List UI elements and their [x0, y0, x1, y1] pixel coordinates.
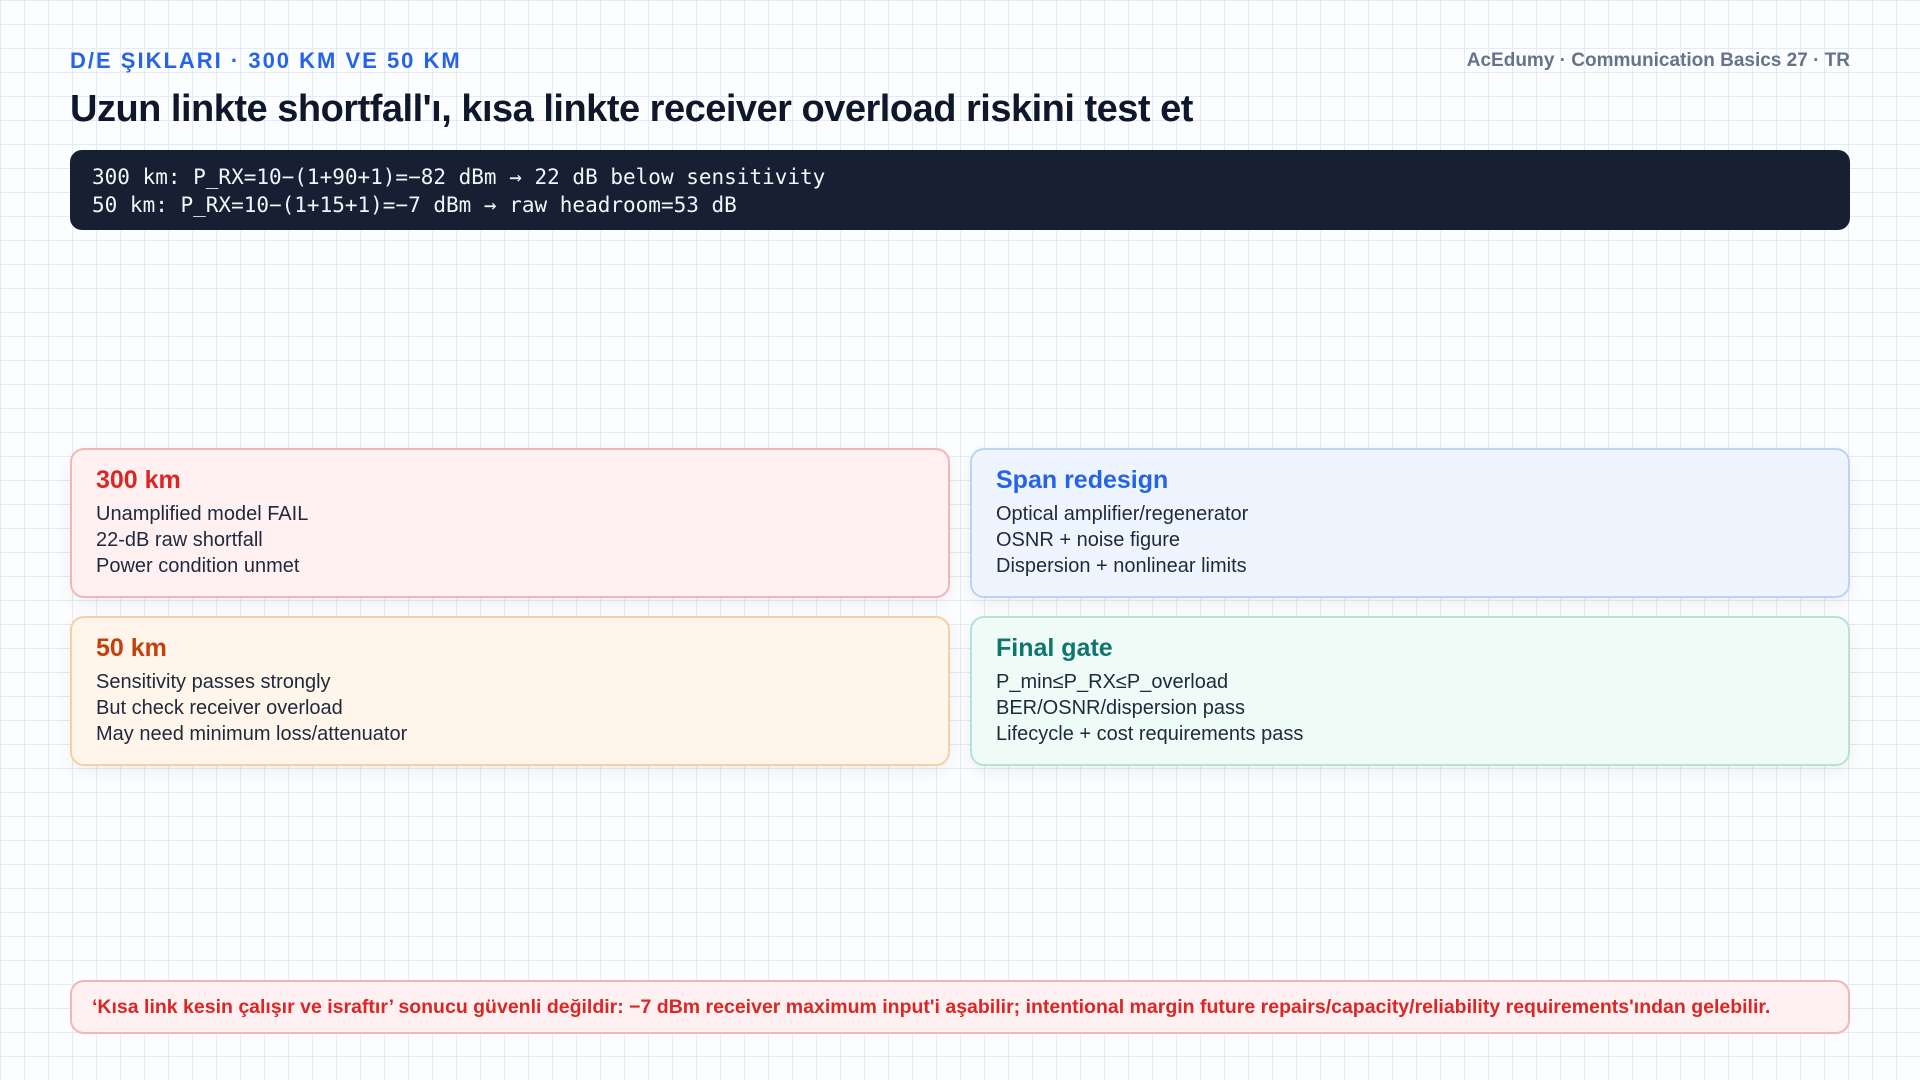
warning-note: ‘Kısa link kesin çalışır ve israftır’ so… [70, 980, 1850, 1034]
formula-box: 300 km: P_RX=10−(1+90+1)=−82 dBm → 22 dB… [70, 150, 1850, 230]
card-line: P_min≤P_RX≤P_overload [996, 671, 1229, 693]
card-line: 22-dB raw shortfall [96, 529, 263, 551]
card-line: Optical amplifier/regenerator [996, 503, 1249, 525]
card-span-redesign: Span redesign Optical amplifier/regenera… [970, 448, 1850, 598]
card-final-gate: Final gate P_min≤P_RX≤P_overload BER/OSN… [970, 616, 1850, 766]
section-eyebrow: D/E ŞIKLARI · 300 KM VE 50 KM [70, 48, 462, 73]
card-line: But check receiver overload [96, 697, 343, 719]
card-line: BER/OSNR/dispersion pass [996, 697, 1245, 719]
brand-label: AcEdumy · Communication Basics 27 · TR [1466, 50, 1850, 71]
card-line: Power condition unmet [96, 555, 300, 577]
card-line: Lifecycle + cost requirements pass [996, 723, 1304, 745]
card-line: May need minimum loss/attenuator [96, 723, 408, 745]
page-title: Uzun linkte shortfall'ı, kısa linkte rec… [70, 88, 1193, 130]
card-line: OSNR + noise figure [996, 529, 1180, 551]
card-line: Unamplified model FAIL [96, 503, 309, 525]
card-line: Dispersion + nonlinear limits [996, 555, 1247, 577]
formula-line-50km: 50 km: P_RX=10−(1+15+1)=−7 dBm → raw hea… [92, 193, 737, 217]
card-title: 50 km [96, 634, 167, 662]
card-title: 300 km [96, 466, 181, 494]
card-50km: 50 km Sensitivity passes strongly But ch… [70, 616, 950, 766]
card-300km: 300 km Unamplified model FAIL 22-dB raw … [70, 448, 950, 598]
card-line: Sensitivity passes strongly [96, 671, 331, 693]
card-title: Span redesign [996, 466, 1169, 494]
card-title: Final gate [996, 634, 1113, 662]
formula-line-300km: 300 km: P_RX=10−(1+90+1)=−82 dBm → 22 dB… [92, 165, 826, 189]
cards-grid: 300 km Unamplified model FAIL 22-dB raw … [70, 448, 1850, 766]
